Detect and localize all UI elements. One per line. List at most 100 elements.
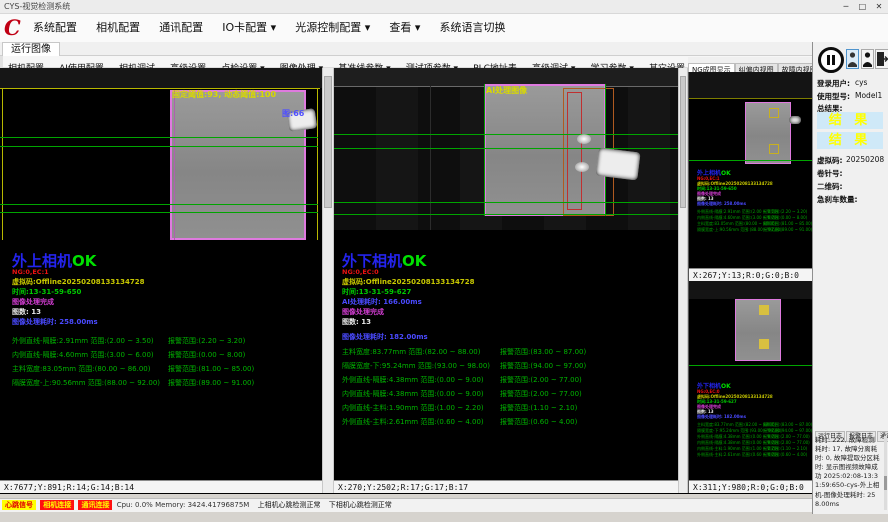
- thumb-highlight-1: [759, 305, 769, 315]
- app-window: CYS-视觉检测系统 ─ □ ✕ C 系统配置 相机配置 通讯配置 IO卡配置 …: [0, 0, 888, 522]
- alarm-range: 报警范围:(94.00 ~ 97.00): [500, 361, 586, 371]
- menu-view[interactable]: 查看 ▾: [382, 14, 427, 41]
- thumb-alarm-range: 报警范围:(89.00 ~ 91.00): [763, 227, 812, 233]
- tab-run-image[interactable]: 运行图像: [2, 42, 60, 56]
- brake-count-label: 急刹车数量:: [817, 194, 858, 205]
- alarm-range: 报警范围:(89.00 ~ 91.00): [168, 378, 254, 388]
- window-controls: ─ □ ✕: [839, 0, 886, 14]
- ai-overlay-text: AI处理图像: [486, 85, 527, 96]
- thumb-highlight-2: [759, 339, 769, 349]
- log-scrollbar-thumb[interactable]: [884, 476, 887, 490]
- alarm-range: 报警范围:(1.10 ~ 2.10): [500, 403, 577, 413]
- olive-line: [689, 98, 813, 99]
- cam-lower-elapsed: 图像处理耗时: 182.00ms: [342, 332, 428, 342]
- model-value[interactable]: Model1: [855, 91, 882, 100]
- alarm-range: 报警范围:(0.60 ~ 4.00): [500, 417, 577, 427]
- menu-language-switch[interactable]: 系统语言切换: [433, 14, 513, 41]
- thumb-connector-highlight: [789, 116, 801, 124]
- camera-view-upper[interactable]: 固定阈值:93, 动态阈值:100 图:66 外上相机OK NG:0,EC:1 …: [0, 68, 322, 493]
- login-user-label: 登录用户:: [817, 78, 850, 89]
- menu-comm-config[interactable]: 通讯配置: [152, 14, 210, 41]
- green-measure-line-2: [0, 146, 318, 147]
- cam-upper-frame-count: 图数: 13: [12, 307, 41, 317]
- window-title: CYS-视觉检测系统: [4, 2, 70, 11]
- alarm-range: 报警范围:(83.00 ~ 87.00): [500, 347, 586, 357]
- thumb-alarm-range: 报警范围:(0.60 ~ 4.00): [763, 452, 807, 458]
- cam-upper-virtual-code: 虚拟码:Offline20250208133134728: [12, 277, 145, 287]
- title-bar: CYS-视觉检测系统 ─ □ ✕: [0, 0, 888, 14]
- thumb-ok-status: OK: [721, 170, 731, 177]
- right-control-panel: 登录用户: cys 使用型号: Model1 总结果: 结 果 结 果 虚拟码:…: [812, 42, 888, 514]
- measure-row: 主料宽度:83.77mm 范围:(82.00 ~ 88.00): [342, 347, 480, 357]
- cam-upper-elapsed: 图像处理耗时: 258.00ms: [12, 317, 98, 327]
- log-scrollbar[interactable]: [884, 436, 887, 510]
- green-measure-line-4: [334, 214, 678, 215]
- thumb-top-strip: [689, 281, 813, 299]
- cpu-memory-status: Cpu: 0.0% Memory: 3424.41796875M: [117, 501, 250, 509]
- cam-lower-virtual-code: 虚拟码:Offline20250208133134728: [342, 277, 475, 287]
- alarm-range: 报警范围:(0.00 ~ 8.00): [168, 350, 245, 360]
- measure-row: 主料宽度:83.05mm 范围:(80.00 ~ 86.00): [12, 364, 150, 374]
- thumbnail-view-lower[interactable]: 外下相机OK NG:0,EC:0 虚拟码:Offline202502081331…: [688, 281, 813, 493]
- cam-upper-ng-text: NG:0,EC:1: [12, 268, 49, 276]
- cam-upper-time: 时间:13-31-59-650: [12, 287, 81, 297]
- exit-button[interactable]: [875, 49, 888, 69]
- maximize-button[interactable]: □: [855, 0, 869, 14]
- thumb-lower-coord-bar: X:311;Y:980;R:0;G:0;B:0: [689, 480, 813, 493]
- cam-upper-coord-bar: X:7677;Y:891;R:14;G:14;B:14: [0, 480, 322, 493]
- tape-connector-highlight: [595, 148, 640, 181]
- thumb-upper-coord-bar: X:267;Y:13;R:0;G:0;B:0: [689, 268, 813, 281]
- green-vline-left: [484, 84, 485, 216]
- pause-button[interactable]: [818, 47, 844, 73]
- machine-seam-line: [430, 86, 431, 230]
- app-logo-icon: C: [4, 15, 21, 40]
- thumbnail-tab-row: NG成图显示纠偏内视图故障内视图: [688, 57, 812, 72]
- virtual-code-value: 20250208: [846, 155, 884, 164]
- menu-camera-config[interactable]: 相机配置: [89, 14, 147, 41]
- violet-edge-line: [174, 90, 175, 240]
- cam-lower-done-text: 图像处理完成: [342, 307, 384, 317]
- menu-bar: C 系统配置 相机配置 通讯配置 IO卡配置 ▾ 光源控制配置 ▾ 查看 ▾ 系…: [0, 14, 888, 43]
- menu-system-config[interactable]: 系统配置: [26, 14, 84, 41]
- menu-io-config[interactable]: IO卡配置 ▾: [215, 14, 283, 41]
- minimize-button[interactable]: ─: [839, 0, 853, 14]
- user-button-active[interactable]: [846, 49, 859, 69]
- measure-row: 内侧直线-隔膜:4.60mm 范围:(3.00 ~ 6.00): [12, 350, 154, 360]
- thumb-elapsed: 图像处理耗时: 258.00ms: [697, 201, 746, 207]
- result-box-lower: 结 果: [817, 132, 883, 149]
- virtual-code-label: 虚拟码:: [817, 155, 843, 166]
- measure-row: 隔膜宽度-下:95.24mm 范围:(93.00 ~ 98.00): [342, 361, 490, 371]
- threshold-overlay-text: 固定阈值:93, 动态阈值:100: [172, 89, 276, 100]
- camera-connection-badge: 相机连接: [40, 500, 74, 510]
- thumb-ok-status: OK: [721, 383, 731, 390]
- log-text-area[interactable]: 耗时: 222, 故障检测耗时: 17, 故障分离耗时: 0, 故障提取分区耗时…: [815, 436, 881, 510]
- measure-row: 外侧直线-隔膜:4.38mm 范围:(0.00 ~ 9.00): [342, 375, 484, 385]
- thumb-cell-region: [735, 299, 781, 361]
- alarm-range: 报警范围:(2.00 ~ 77.00): [500, 389, 582, 399]
- green-measure-line-3: [334, 202, 678, 203]
- cam-upper-scrollbar-thumb[interactable]: [324, 76, 332, 208]
- thumb-roi-2: [769, 144, 779, 154]
- cam-lower-scrollbar-thumb[interactable]: [680, 76, 686, 208]
- measure-row: 外侧直线-隔膜:2.91mm 范围:(2.00 ~ 3.50): [12, 336, 154, 346]
- camera-view-lower[interactable]: AI处理图像 外下相机OK NG:0,EC:0 虚拟码:Offline20250…: [334, 68, 678, 493]
- thumb-cell-region: [745, 102, 791, 164]
- yellow-baseline-right: [317, 88, 318, 240]
- cam-upper-scrollbar[interactable]: [322, 68, 334, 493]
- alarm-range: 报警范围:(2.20 ~ 3.20): [168, 336, 245, 346]
- measure-row: 外侧直线-主料:2.61mm 范围:(0.60 ~ 4.00): [342, 417, 484, 427]
- thumbnail-view-upper[interactable]: 外上相机OK NG:0,EC:1 虚拟码:Offline202502081331…: [688, 72, 813, 281]
- cam-lower-frame-count: 图数: 13: [342, 317, 371, 327]
- menu-light-config[interactable]: 光源控制配置 ▾: [288, 14, 377, 41]
- user-dark-icon: [862, 50, 873, 68]
- heartbeat-signal-badge: 心跳信号: [2, 500, 36, 510]
- cam-lower-scrollbar[interactable]: [678, 68, 688, 493]
- close-button[interactable]: ✕: [872, 0, 886, 14]
- measure-row: 隔膜宽度-上:90.56mm 范围:(88.00 ~ 92.00): [12, 378, 160, 388]
- weld-highlight-1: [577, 134, 591, 144]
- cam-lower-ok-status: OK: [402, 252, 426, 270]
- user-button-secondary[interactable]: [861, 49, 874, 69]
- cam-lower-ai-elapsed: AI处理耗时: 166.00ms: [342, 297, 422, 307]
- model-label: 使用型号:: [817, 91, 850, 102]
- measure-row: 内侧直线-隔膜:4.38mm 范围:(0.00 ~ 9.00): [342, 389, 484, 399]
